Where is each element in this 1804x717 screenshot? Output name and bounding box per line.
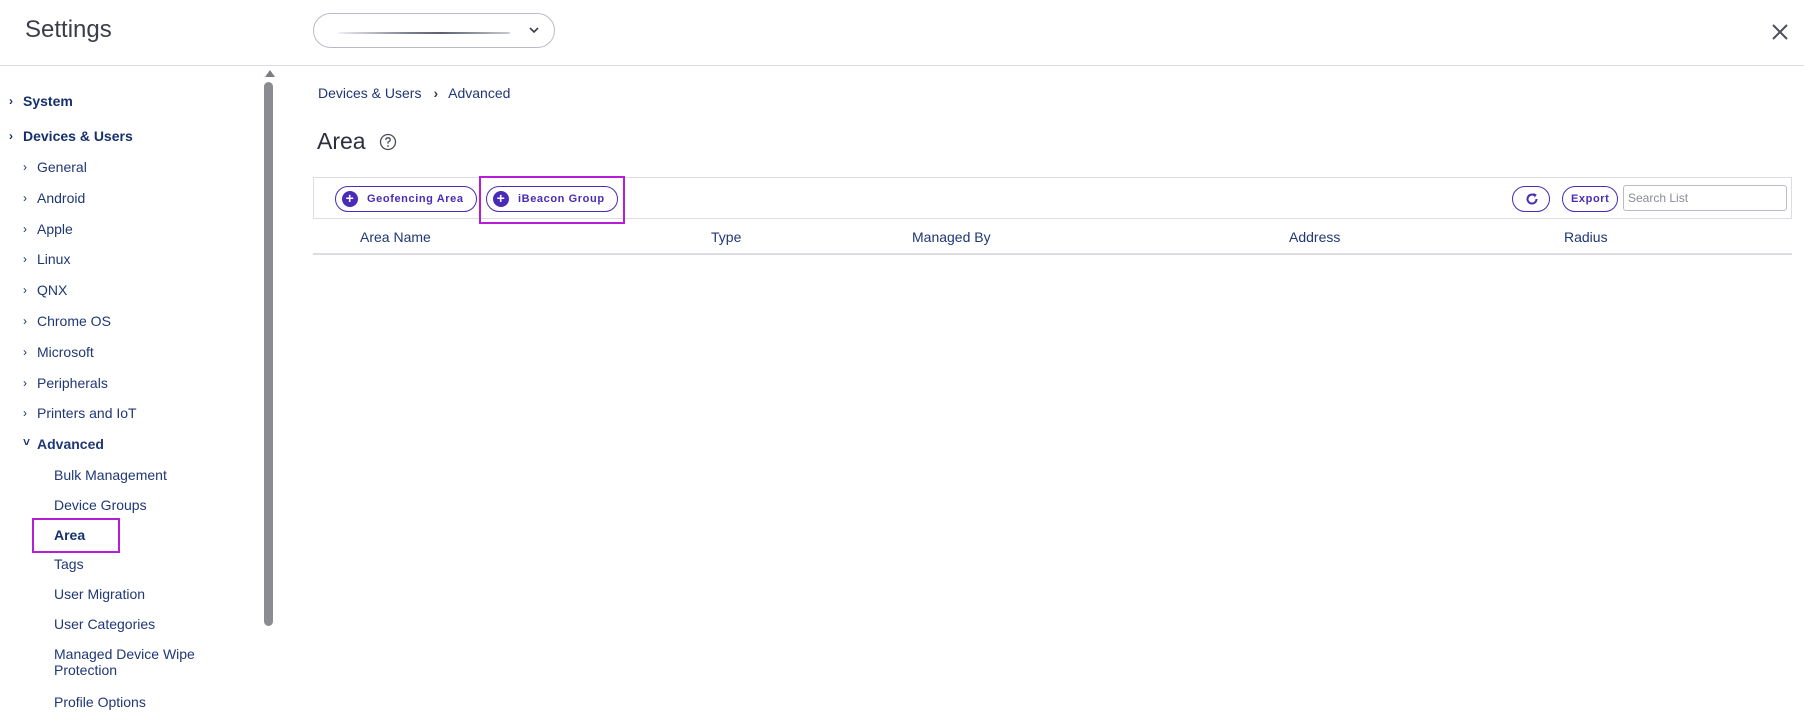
- column-header-address[interactable]: Address: [1289, 229, 1340, 245]
- chevron-right-icon: ›: [433, 85, 439, 101]
- sidebar-item-microsoft[interactable]: › Microsoft: [23, 344, 94, 360]
- close-icon[interactable]: [1768, 20, 1792, 44]
- sidebar-item-profile-options[interactable]: Profile Options: [54, 694, 146, 710]
- page-title: Area: [317, 128, 366, 154]
- sidebar-item-label: QNX: [37, 282, 68, 298]
- chevron-right-icon: ›: [23, 314, 27, 328]
- plus-circle-icon: +: [342, 191, 358, 207]
- button-label: iBeacon Group: [518, 193, 605, 205]
- scrollbar-thumb[interactable]: [264, 82, 273, 626]
- sidebar-item-user-categories[interactable]: User Categories: [54, 616, 155, 632]
- add-ibeacon-group-button[interactable]: + iBeacon Group: [486, 186, 618, 212]
- help-icon[interactable]: [379, 133, 397, 151]
- sidebar-scrollbar[interactable]: [262, 66, 276, 717]
- table-header: Area Name Type Managed By Address Radius: [313, 219, 1792, 255]
- sidebar: › System › Devices & Users › General › And…: [0, 66, 276, 717]
- app-title: Settings: [25, 16, 112, 43]
- export-button[interactable]: Export: [1562, 186, 1619, 212]
- chevron-right-icon: ›: [23, 222, 27, 236]
- list-toolbar: + Geofencing Area + iBeacon Group Export: [313, 176, 1792, 224]
- sidebar-item-qnx[interactable]: › QNX: [23, 282, 68, 298]
- add-geofencing-area-button[interactable]: + Geofencing Area: [335, 186, 477, 212]
- sidebar-item-label: General: [37, 159, 87, 175]
- sidebar-item-managed-device-wipe-protection[interactable]: Managed Device Wipe Protection: [54, 646, 224, 678]
- refresh-icon: [1526, 193, 1538, 205]
- sidebar-item-peripherals[interactable]: › Peripherals: [23, 375, 108, 391]
- chevron-right-icon: ›: [23, 252, 27, 266]
- sidebar-item-area[interactable]: Area: [54, 527, 85, 543]
- sidebar-item-label: Peripherals: [37, 375, 108, 391]
- refresh-button[interactable]: [1512, 186, 1550, 212]
- sidebar-item-label: Microsoft: [37, 344, 94, 360]
- chevron-right-icon: ›: [9, 129, 13, 143]
- breadcrumb-advanced[interactable]: Advanced: [448, 85, 510, 101]
- chevron-right-icon: ›: [23, 283, 27, 297]
- plus-circle-icon: +: [493, 191, 509, 207]
- chevron-right-icon: ›: [9, 94, 13, 108]
- sidebar-item-tags[interactable]: Tags: [54, 556, 84, 572]
- sidebar-item-label: Advanced: [37, 436, 104, 452]
- search-input[interactable]: [1623, 185, 1787, 211]
- sidebar-item-general[interactable]: › General: [23, 159, 87, 175]
- column-header-managed-by[interactable]: Managed By: [912, 229, 991, 245]
- breadcrumb: Devices & Users › Advanced: [318, 85, 510, 101]
- sidebar-item-label: Devices & Users: [23, 128, 133, 144]
- sidebar-item-label: Android: [37, 190, 86, 206]
- chevron-right-icon: ›: [23, 376, 27, 390]
- sidebar-item-linux[interactable]: › Linux: [23, 251, 71, 267]
- sidebar-item-label: Linux: [37, 251, 71, 267]
- sidebar-item-label: Apple: [37, 221, 73, 237]
- scroll-up-arrow-icon[interactable]: [265, 70, 275, 77]
- organization-select[interactable]: [313, 13, 555, 48]
- sidebar-item-system[interactable]: › System: [9, 93, 73, 109]
- chevron-down-icon: ˅: [23, 435, 31, 449]
- sidebar-item-advanced[interactable]: ˅ Advanced: [23, 435, 104, 452]
- column-header-radius[interactable]: Radius: [1564, 229, 1608, 245]
- sidebar-item-user-migration[interactable]: User Migration: [54, 586, 145, 602]
- sidebar-item-label: Printers and IoT: [37, 405, 137, 421]
- sidebar-item-printers-iot[interactable]: › Printers and IoT: [23, 405, 137, 421]
- column-header-type[interactable]: Type: [711, 229, 741, 245]
- sidebar-item-device-groups[interactable]: Device Groups: [54, 497, 147, 513]
- sidebar-item-android[interactable]: › Android: [23, 190, 86, 206]
- chevron-right-icon: ›: [23, 160, 27, 174]
- org-select-value: [338, 32, 510, 34]
- sidebar-item-devices-users[interactable]: › Devices & Users: [9, 128, 133, 144]
- header-bar: Settings: [0, 0, 1804, 66]
- breadcrumb-devices-users[interactable]: Devices & Users: [318, 85, 421, 101]
- sidebar-item-label: System: [23, 93, 73, 109]
- chevron-down-icon: [529, 27, 539, 34]
- chevron-right-icon: ›: [23, 406, 27, 420]
- sidebar-item-chrome-os[interactable]: › Chrome OS: [23, 313, 111, 329]
- sidebar-item-bulk-management[interactable]: Bulk Management: [54, 467, 167, 483]
- column-header-area-name[interactable]: Area Name: [360, 229, 431, 245]
- sidebar-item-label: Chrome OS: [37, 313, 111, 329]
- chevron-right-icon: ›: [23, 191, 27, 205]
- sidebar-item-apple[interactable]: › Apple: [23, 221, 73, 237]
- chevron-right-icon: ›: [23, 345, 27, 359]
- button-label: Geofencing Area: [367, 193, 464, 205]
